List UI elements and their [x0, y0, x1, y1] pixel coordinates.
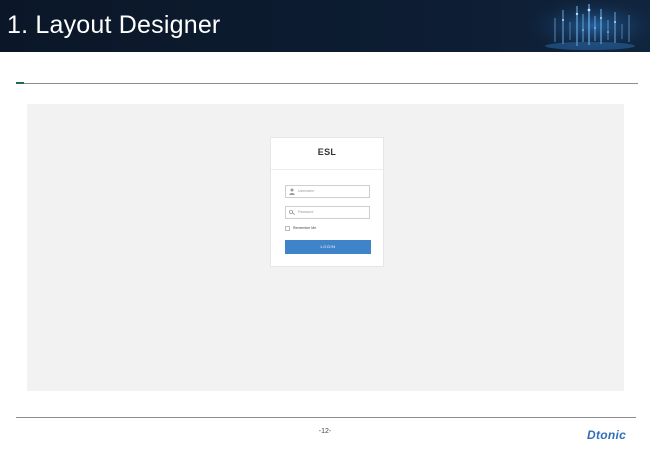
brand-logo: Dtonic [587, 428, 627, 442]
title-divider-accent [16, 82, 24, 84]
username-input[interactable]: Username [285, 185, 370, 198]
key-icon [289, 210, 295, 216]
digital-city-graphic [525, 0, 650, 52]
password-input[interactable]: Password [285, 206, 370, 219]
remember-me-label: Remember Me [293, 225, 317, 230]
password-placeholder: Password [298, 210, 314, 214]
page-number: -12- [318, 428, 332, 435]
username-placeholder: Username [298, 189, 315, 193]
header-banner: 1. Layout Designer [0, 0, 650, 52]
login-card: ESL Username Password Remember Me LOGIN [270, 137, 384, 267]
login-title: ESL [317, 147, 337, 157]
page-title: 1. Layout Designer [7, 11, 221, 39]
footer-divider [16, 417, 636, 418]
login-card-separator [271, 169, 383, 170]
user-icon [289, 188, 295, 195]
remember-me-checkbox[interactable] [285, 226, 290, 231]
login-screenshot: ESL Username Password Remember Me LOGIN [27, 104, 624, 391]
login-button[interactable]: LOGIN [285, 240, 371, 254]
title-divider [16, 83, 638, 84]
